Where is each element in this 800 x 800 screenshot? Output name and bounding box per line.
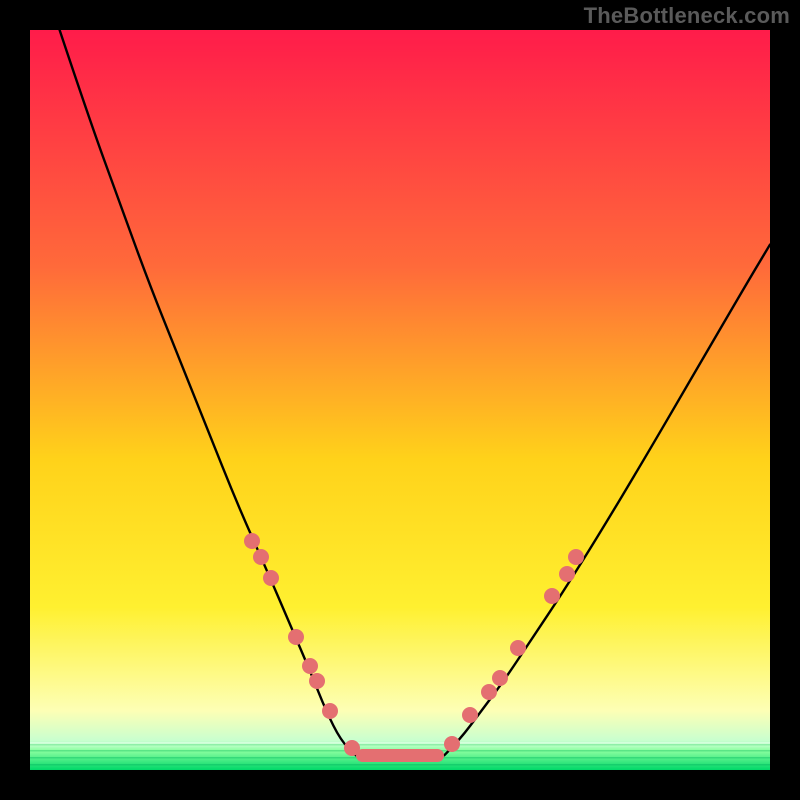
data-point-right xyxy=(568,549,584,565)
flat-bottom-marker xyxy=(356,749,445,762)
data-point-left xyxy=(322,703,338,719)
plot-area xyxy=(30,30,770,770)
watermark-text: TheBottleneck.com xyxy=(584,3,790,29)
data-point-left xyxy=(253,549,269,565)
data-point-right xyxy=(559,566,575,582)
data-point-right xyxy=(492,670,508,686)
chart-frame: TheBottleneck.com xyxy=(0,0,800,800)
data-point-left xyxy=(244,533,260,549)
data-point-right xyxy=(444,736,460,752)
data-point-left xyxy=(344,740,360,756)
data-point-right xyxy=(462,707,478,723)
data-point-right xyxy=(481,684,497,700)
background-gradient xyxy=(30,30,770,770)
data-point-right xyxy=(544,588,560,604)
data-point-left xyxy=(263,570,279,586)
